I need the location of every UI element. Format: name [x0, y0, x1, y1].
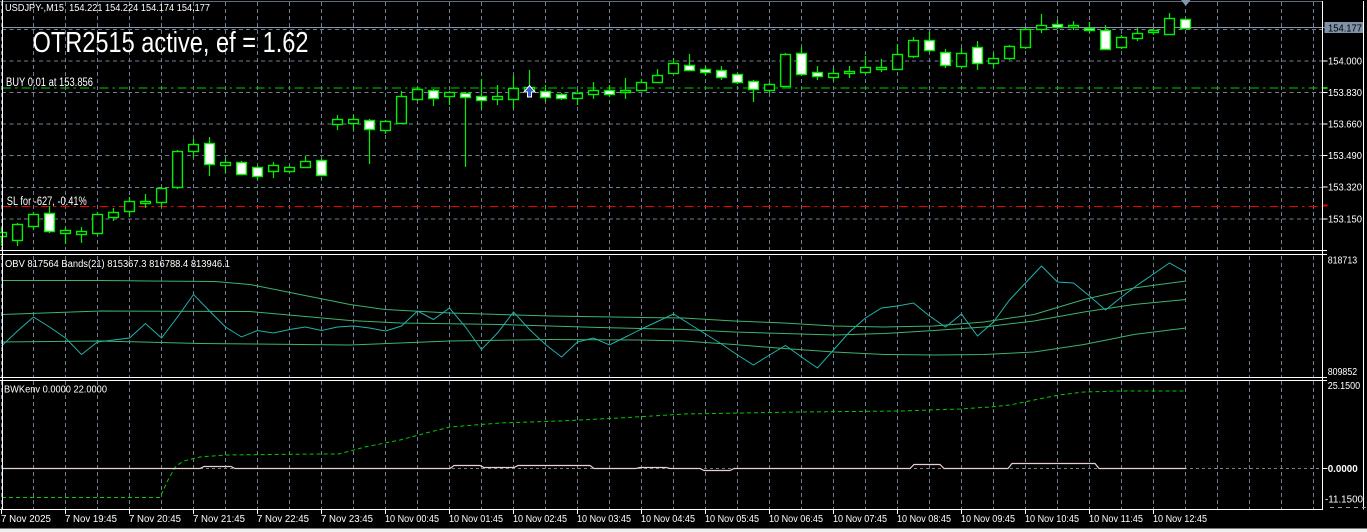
svg-text:10 Nov 10:45: 10 Nov 10:45: [1025, 514, 1079, 525]
svg-text:809852: 809852: [1328, 367, 1358, 378]
svg-text:154.000: 154.000: [1328, 57, 1362, 68]
svg-text:10 Nov 12:45: 10 Nov 12:45: [1153, 514, 1207, 525]
svg-text:153.150: 153.150: [1328, 215, 1362, 226]
svg-text:10 Nov 11:45: 10 Nov 11:45: [1089, 514, 1143, 525]
svg-text:154.177: 154.177: [1328, 23, 1362, 34]
svg-text:10 Nov 05:45: 10 Nov 05:45: [705, 514, 759, 525]
svg-text:818713: 818713: [1328, 256, 1358, 267]
svg-text:10 Nov 06:45: 10 Nov 06:45: [769, 514, 823, 525]
svg-text:OBV 817564 Bands(21) 815367.3: OBV 817564 Bands(21) 815367.3 816788.4 8…: [5, 259, 230, 270]
svg-text:10 Nov 03:45: 10 Nov 03:45: [577, 514, 631, 525]
svg-text:10 Nov 07:45: 10 Nov 07:45: [833, 514, 887, 525]
svg-text:7 Nov 19:45: 7 Nov 19:45: [65, 514, 117, 525]
svg-text:153.490: 153.490: [1328, 151, 1362, 162]
svg-text:7 Nov 20:45: 7 Nov 20:45: [129, 514, 181, 525]
svg-text:7 Nov 23:45: 7 Nov 23:45: [321, 514, 373, 525]
svg-text:OTR2515 active, ef = 1.62: OTR2515 active, ef = 1.62: [33, 27, 309, 59]
svg-text:0.0000: 0.0000: [1328, 464, 1358, 475]
svg-text:USDJPY-,M15 154.221 154.224 1: USDJPY-,M15 154.221 154.224 154.174 154.…: [5, 3, 210, 14]
svg-text:10 Nov 00:45: 10 Nov 00:45: [385, 514, 439, 525]
svg-text:153.320: 153.320: [1328, 183, 1362, 194]
svg-text:BUY 0.01 at 153.856: BUY 0.01 at 153.856: [6, 77, 93, 89]
svg-text:7 Nov 2025: 7 Nov 2025: [1, 514, 51, 525]
svg-text:10 Nov 09:45: 10 Nov 09:45: [961, 514, 1015, 525]
svg-text:7 Nov 21:45: 7 Nov 21:45: [193, 514, 245, 525]
svg-text:153.830: 153.830: [1328, 88, 1362, 99]
svg-text:-11.1500: -11.1500: [1325, 495, 1363, 506]
svg-text:BWKenv 0.0000 22.0000: BWKenv 0.0000 22.0000: [4, 385, 107, 396]
svg-text:153.660: 153.660: [1328, 120, 1362, 131]
svg-text:10 Nov 08:45: 10 Nov 08:45: [897, 514, 951, 525]
svg-text:10 Nov 04:45: 10 Nov 04:45: [641, 514, 695, 525]
svg-text:7 Nov 22:45: 7 Nov 22:45: [257, 514, 309, 525]
svg-text:10 Nov 01:45: 10 Nov 01:45: [449, 514, 503, 525]
svg-text:10 Nov 02:45: 10 Nov 02:45: [513, 514, 567, 525]
svg-text:SL for -627, -0.41%: SL for -627, -0.41%: [7, 196, 87, 208]
svg-text:25.1500: 25.1500: [1328, 381, 1361, 392]
